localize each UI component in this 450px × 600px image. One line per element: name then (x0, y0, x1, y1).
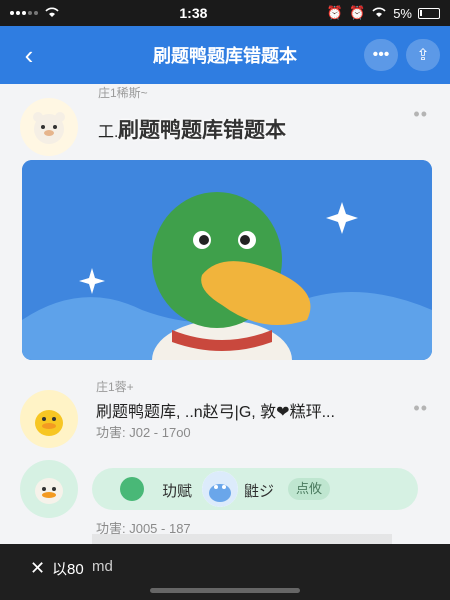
bottom-bar: ✕ 以80 md (0, 544, 450, 600)
post-card[interactable]: 庄1稀斯~ 工... 刷题鸭题库错题本 •• (0, 84, 450, 374)
back-button[interactable]: ‹ (14, 40, 44, 70)
more-dots-icon[interactable]: •• (413, 104, 428, 125)
post-card[interactable]: 玏赋 鼪ジ 点攸 功害: J005 - 187 (0, 456, 450, 544)
post-card[interactable]: 庄1蓉+ 刷题鸭题库, ..n赵弓|G, 敦❤糕玶... 功害: J02 - 1… (0, 374, 450, 454)
home-indicator (150, 588, 300, 593)
alarm-icon-2: ⏰ (349, 5, 366, 20)
battery-text: 5% (393, 5, 412, 21)
duck-illustration (22, 160, 432, 360)
bottom-label-2: md (92, 558, 113, 575)
chat-icon (120, 477, 144, 501)
share-icon: ⇪ (416, 47, 430, 64)
bubble-text: 玏赋 (162, 483, 193, 500)
post-image[interactable] (22, 160, 432, 360)
close-icon: ✕ (30, 558, 46, 578)
bottom-label: 以80 (52, 561, 84, 578)
bubble-text-2: 鼪ジ (244, 483, 275, 500)
wifi-icon-2 (371, 6, 387, 21)
status-left (10, 6, 60, 21)
post-meta: 功害: J02 - 17o0 (96, 425, 191, 440)
battery-icon (417, 7, 440, 19)
post-username: 庄1蓉+ (96, 380, 134, 394)
status-time: 1:38 (179, 5, 208, 21)
feed[interactable]: 庄1稀斯~ 工... 刷题鸭题库错题本 •• 庄1蓉+ 刷题鸭题库, ..n赵弓… (0, 84, 450, 544)
bubble-chip[interactable]: 点攸 (288, 478, 331, 500)
more-button[interactable]: ••• (364, 39, 398, 71)
partial-line (92, 534, 392, 544)
page-title: 刷题鸭题库错题本 (153, 46, 297, 66)
wifi-icon (44, 6, 60, 21)
more-horizontal-icon: ••• (372, 46, 390, 63)
close-button[interactable]: ✕ (30, 558, 45, 579)
quote-bubble[interactable]: 玏赋 鼪ジ 点攸 (92, 468, 418, 510)
bear-avatar[interactable] (20, 98, 78, 156)
alarm-icon: ⏰ (326, 5, 343, 20)
chevron-left-icon: ‹ (24, 39, 34, 70)
more-dots-icon[interactable]: •• (413, 398, 428, 419)
nav-actions: ••• ⇪ (364, 39, 440, 71)
status-right: ⏰ ⏰ 5% (327, 5, 440, 21)
signal-icon (10, 11, 38, 15)
nav-bar: ‹ 刷题鸭题库错题本 ••• ⇪ (0, 26, 450, 84)
duck-avatar[interactable] (20, 390, 78, 448)
white-duck-avatar[interactable] (20, 460, 78, 518)
share-button[interactable]: ⇪ (406, 39, 440, 71)
bubble-avatar (202, 471, 238, 507)
post-username: 庄1稀斯~ (98, 86, 148, 100)
post-text: 刷题鸭题库, ..n赵弓|G, 敦❤糕玶... (96, 404, 335, 421)
overlay-title: 刷题鸭题库错题本 (118, 119, 286, 142)
status-bar: 1:38 ⏰ ⏰ 5% (0, 0, 450, 26)
